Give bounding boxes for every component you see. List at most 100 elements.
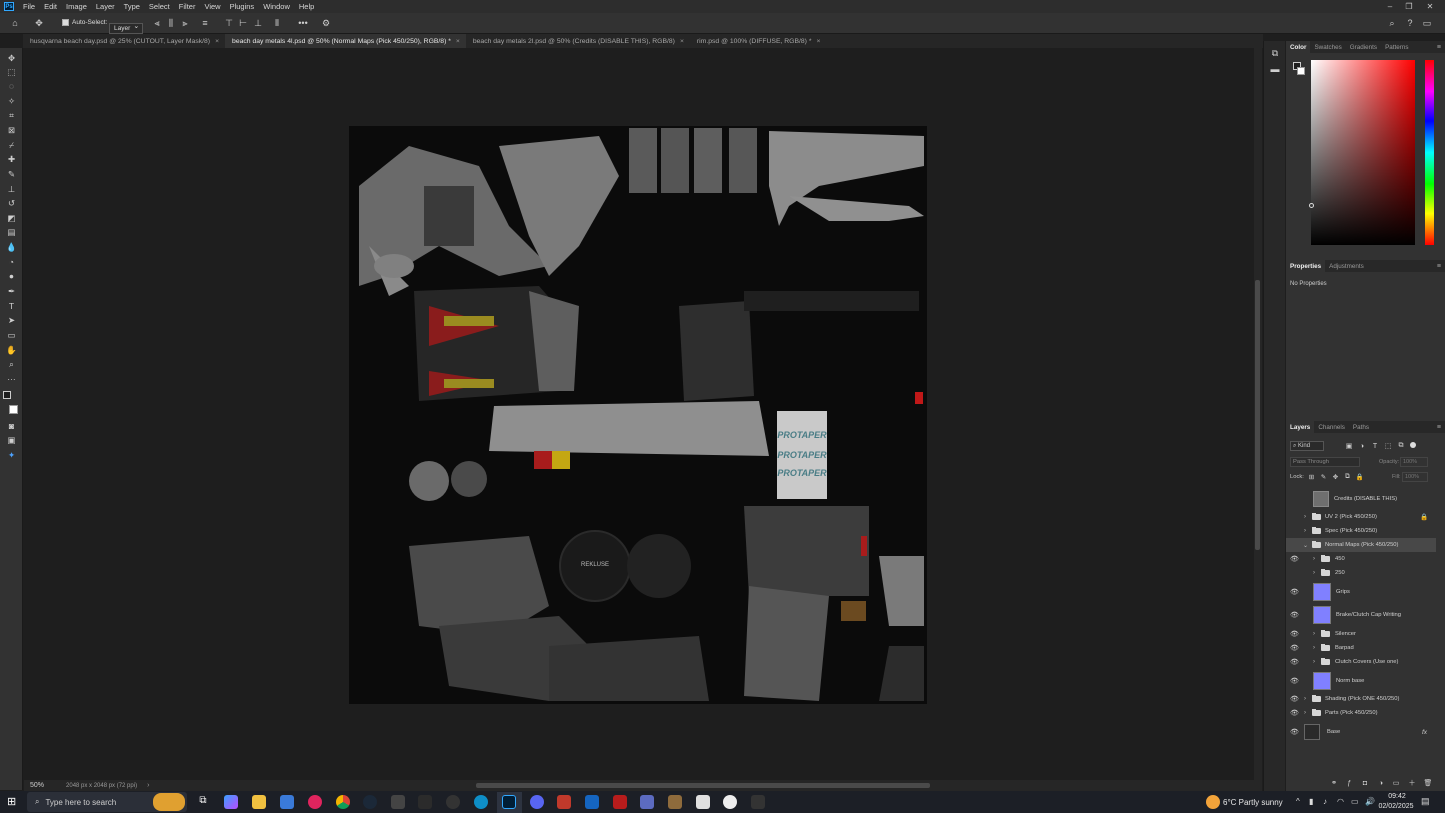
- align-center-icon[interactable]: ⫼: [166, 17, 176, 29]
- chevron-right-icon[interactable]: ›: [1313, 556, 1315, 562]
- tab-paths[interactable]: Paths: [1349, 421, 1373, 433]
- filter-pixel-icon[interactable]: ▣: [1344, 441, 1354, 451]
- layer-base[interactable]: 👁 Base fx: [1286, 723, 1436, 741]
- history-brush-icon[interactable]: ↺: [4, 197, 19, 209]
- fill-field[interactable]: 100%: [1402, 472, 1428, 482]
- filter-kind-dropdown[interactable]: ⌕ Kind: [1290, 441, 1324, 451]
- screen-mode-icon[interactable]: ▣: [4, 434, 19, 446]
- align-right-icon[interactable]: ⫸: [180, 17, 190, 29]
- clone-stamp-icon[interactable]: ⊥: [4, 183, 19, 195]
- home-icon[interactable]: ⌂: [9, 17, 21, 29]
- zoom-level[interactable]: 50%: [30, 782, 44, 789]
- close-icon[interactable]: ×: [456, 38, 460, 45]
- eye-icon[interactable]: 👁: [1290, 728, 1299, 736]
- panel-menu-icon[interactable]: ≡: [1437, 44, 1441, 51]
- chevron-right-icon[interactable]: ›: [1313, 570, 1315, 576]
- restore-icon[interactable]: ❐: [1400, 0, 1418, 13]
- clock-date[interactable]: 02/02/2025: [1376, 803, 1416, 810]
- rectangle-tool-icon[interactable]: ▭: [4, 329, 19, 341]
- close-icon[interactable]: ×: [680, 38, 684, 45]
- new-layer-icon[interactable]: ＋: [1407, 778, 1417, 788]
- workspace-icon[interactable]: ▭: [1421, 17, 1433, 29]
- microphone-icon[interactable]: ♪: [1323, 797, 1327, 806]
- vertical-scrollbar[interactable]: [1254, 48, 1262, 780]
- task-view-icon[interactable]: ⧉: [196, 795, 210, 809]
- app-icon-4[interactable]: [474, 795, 488, 809]
- discord-icon[interactable]: [530, 795, 544, 809]
- eye-icon[interactable]: 👁: [1290, 588, 1299, 596]
- add-mask-icon[interactable]: ◘: [1360, 778, 1370, 788]
- tab-layers[interactable]: Layers: [1286, 421, 1315, 433]
- tab-metals-4l[interactable]: beach day metals 4l.psd @ 50% (Normal Ma…: [225, 34, 466, 48]
- move-tool-icon[interactable]: ✥: [32, 17, 46, 29]
- chevron-right-icon[interactable]: ›: [1313, 645, 1315, 651]
- fx-icon[interactable]: fx: [1422, 729, 1427, 736]
- magic-wand-icon[interactable]: ✧: [4, 95, 19, 107]
- chevron-right-icon[interactable]: ›: [1313, 659, 1315, 665]
- blend-mode-dropdown[interactable]: Pass Through: [1290, 457, 1360, 467]
- gear-icon[interactable]: ⚙: [320, 17, 332, 29]
- type-tool-icon[interactable]: T: [4, 300, 19, 312]
- link-icon[interactable]: ⚭: [1329, 778, 1339, 788]
- windows-start-icon[interactable]: ⊞: [7, 796, 19, 808]
- tab-husqvarna[interactable]: husqvarna beach day.psd @ 25% (CUTOUT, L…: [23, 34, 225, 48]
- layer-credits[interactable]: Credits (DISABLE THIS): [1286, 491, 1436, 507]
- distribute-icon[interactable]: ≡: [200, 17, 210, 29]
- tab-gradients[interactable]: Gradients: [1346, 41, 1381, 53]
- tab-swatches[interactable]: Swatches: [1310, 41, 1345, 53]
- eraser-icon[interactable]: ◩: [4, 212, 19, 224]
- layer-barpad[interactable]: 👁 › Barpad: [1286, 641, 1436, 655]
- menu-plugins[interactable]: Plugins: [230, 2, 255, 11]
- distribute-vertical-icon[interactable]: ⫴: [272, 17, 282, 29]
- clock-time[interactable]: 09:42: [1379, 793, 1415, 800]
- menu-window[interactable]: Window: [263, 2, 290, 11]
- auto-select-checkbox[interactable]: Auto-Select:: [62, 19, 107, 26]
- more-options-icon[interactable]: •••: [296, 17, 310, 29]
- app-icon-10[interactable]: [751, 795, 765, 809]
- gradient-tool-icon[interactable]: ▤: [4, 226, 19, 238]
- lock-all-icon[interactable]: 🔒: [1355, 472, 1364, 482]
- store-icon[interactable]: [280, 795, 294, 809]
- menu-layer[interactable]: Layer: [96, 2, 115, 11]
- layer-norm-base[interactable]: 👁 Norm base: [1286, 671, 1436, 691]
- photoshop-logo[interactable]: Ps: [4, 2, 14, 11]
- tab-properties[interactable]: Properties: [1286, 260, 1326, 272]
- eye-icon[interactable]: 👁: [1290, 695, 1299, 703]
- eye-icon[interactable]: 👁: [1290, 658, 1299, 666]
- eyedropper-icon[interactable]: ⌿: [4, 139, 19, 151]
- close-icon[interactable]: ×: [816, 38, 820, 45]
- layer-450[interactable]: 👁 › 450: [1286, 552, 1436, 566]
- file-explorer-icon[interactable]: [252, 795, 266, 809]
- filter-toggle-icon[interactable]: [1410, 442, 1416, 448]
- menu-help[interactable]: Help: [299, 2, 314, 11]
- chrome-icon[interactable]: [336, 795, 350, 809]
- chevron-right-icon[interactable]: ›: [1304, 528, 1306, 534]
- pen-tool-icon[interactable]: ✒: [4, 285, 19, 297]
- history-icon[interactable]: ⧉: [1269, 47, 1281, 59]
- display-icon[interactable]: ▭: [1351, 797, 1359, 806]
- weather-icon[interactable]: [1206, 795, 1220, 809]
- color-picker-cursor[interactable]: [1309, 203, 1314, 208]
- lock-transparent-icon[interactable]: ⊞: [1307, 472, 1316, 482]
- lock-pixels-icon[interactable]: ✎: [1319, 472, 1328, 482]
- comments-icon[interactable]: ▬: [1269, 63, 1281, 75]
- menu-image[interactable]: Image: [66, 2, 87, 11]
- menu-type[interactable]: Type: [124, 2, 140, 11]
- menu-filter[interactable]: Filter: [179, 2, 196, 11]
- trash-icon[interactable]: 🗑: [1423, 778, 1433, 788]
- network-icon[interactable]: ▮: [1309, 797, 1313, 806]
- eye-icon[interactable]: 👁: [1290, 630, 1299, 638]
- new-group-icon[interactable]: ▭: [1391, 778, 1401, 788]
- color-picker-field[interactable]: [1311, 60, 1415, 245]
- tab-channels[interactable]: Channels: [1314, 421, 1349, 433]
- scrollbar-thumb[interactable]: [476, 783, 930, 788]
- lock-position-icon[interactable]: ✥: [1331, 472, 1340, 482]
- eye-icon[interactable]: 👁: [1290, 644, 1299, 652]
- search-icon[interactable]: ⌕: [1386, 17, 1398, 29]
- notification-icon[interactable]: ▤: [1421, 796, 1430, 807]
- layer-uv2[interactable]: › UV 2 (Pick 450/250) 🔒: [1286, 510, 1436, 524]
- align-bottom-icon[interactable]: ⊥: [253, 17, 263, 29]
- menu-edit[interactable]: Edit: [44, 2, 57, 11]
- wifi-icon[interactable]: ◠: [1337, 797, 1344, 806]
- chevron-right-icon[interactable]: ›: [1304, 514, 1306, 520]
